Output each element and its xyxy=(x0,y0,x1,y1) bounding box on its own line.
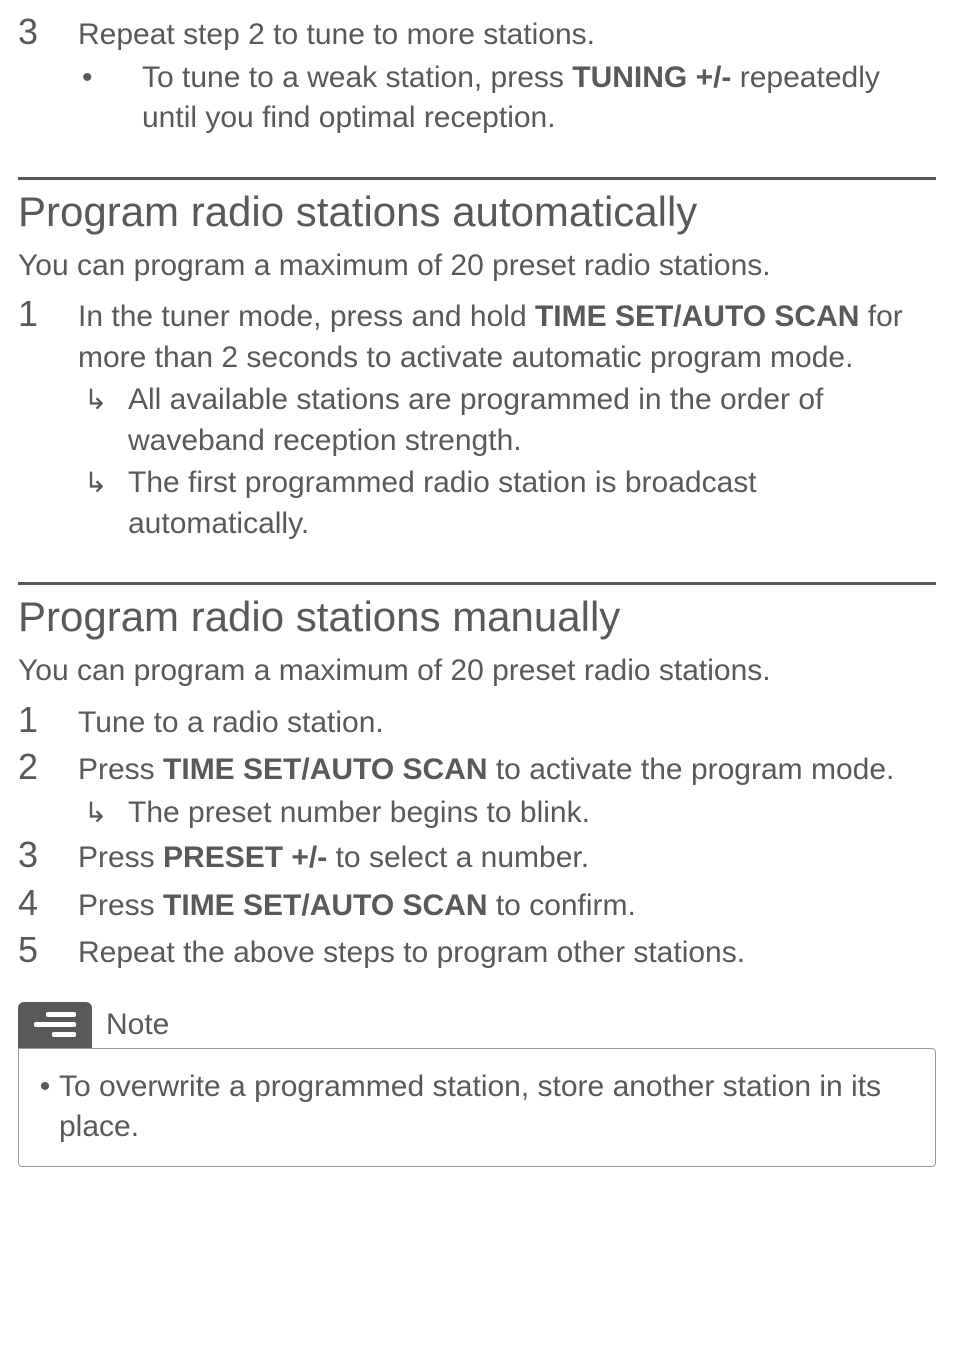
bullet-icon: • xyxy=(31,1070,59,1104)
time-set-label: TIME SET/AUTO SCAN xyxy=(163,753,487,786)
text-pre: Press xyxy=(78,753,163,786)
step-3-sub-bullet: • To tune to a weak station, press TUNIN… xyxy=(78,58,936,139)
step-number: 2 xyxy=(18,745,78,788)
result-text: The preset number begins to blink. xyxy=(128,793,936,834)
step-number: 3 xyxy=(18,10,78,53)
step-text: Repeat the above steps to program other … xyxy=(78,933,936,974)
step-number: 4 xyxy=(18,881,78,924)
note-text: To overwrite a programmed station, store… xyxy=(59,1067,919,1148)
manual-step-1: 1 Tune to a radio station. xyxy=(18,698,936,744)
intro-auto: You can program a maximum of 20 preset r… xyxy=(18,246,936,287)
result-text: All available stations are programmed in… xyxy=(128,380,936,461)
tuning-button-label: TUNING +/- xyxy=(572,61,731,94)
step-text: Repeat step 2 to tune to more stations. xyxy=(78,15,936,56)
result-arrow-icon: ↳ xyxy=(78,796,128,829)
manual-step-4: 4 Press TIME SET/AUTO SCAN to confirm. xyxy=(18,881,936,927)
text-post: to activate the program mode. xyxy=(488,753,895,786)
step-text: Press TIME SET/AUTO SCAN to confirm. xyxy=(78,886,936,927)
section-heading-manual: Program radio stations manually xyxy=(18,593,936,641)
text-post: to select a number. xyxy=(327,841,589,874)
time-set-label: TIME SET/AUTO SCAN xyxy=(163,889,487,922)
auto-step-1: 1 In the tuner mode, press and hold TIME… xyxy=(18,292,936,378)
result-text: The first programmed radio station is br… xyxy=(128,463,936,544)
text-pre: To tune to a weak station, press xyxy=(142,61,572,94)
divider xyxy=(18,582,936,585)
note-label: Note xyxy=(106,1008,169,1042)
step-3-sub-text: To tune to a weak station, press TUNING … xyxy=(142,58,936,139)
result-arrow-icon: ↳ xyxy=(78,383,128,416)
manual-step-2-result: ↳ The preset number begins to blink. xyxy=(78,793,936,834)
preset-label: PRESET +/- xyxy=(163,841,327,874)
step-text: Press PRESET +/- to select a number. xyxy=(78,838,936,879)
auto-result-2: ↳ The first programmed radio station is … xyxy=(78,463,936,544)
auto-result-1: ↳ All available stations are programmed … xyxy=(78,380,936,461)
step-text: Press TIME SET/AUTO SCAN to activate the… xyxy=(78,750,936,791)
intro-manual: You can program a maximum of 20 preset r… xyxy=(18,651,936,692)
time-set-label: TIME SET/AUTO SCAN xyxy=(535,300,859,333)
bullet-icon: • xyxy=(78,61,142,95)
text-pre: Press xyxy=(78,841,163,874)
step-3-row: 3 Repeat step 2 to tune to more stations… xyxy=(18,10,936,56)
note-body: • To overwrite a programmed station, sto… xyxy=(18,1048,936,1167)
text-pre: In the tuner mode, press and hold xyxy=(78,300,535,333)
step-number: 1 xyxy=(18,698,78,741)
step-text: In the tuner mode, press and hold TIME S… xyxy=(78,297,936,378)
text-pre: Press xyxy=(78,889,163,922)
note-header: Note xyxy=(18,1002,936,1048)
manual-step-5: 5 Repeat the above steps to program othe… xyxy=(18,928,936,974)
step-text: Tune to a radio station. xyxy=(78,703,936,744)
note-block: Note • To overwrite a programmed station… xyxy=(18,1002,936,1167)
section-heading-auto: Program radio stations automatically xyxy=(18,188,936,236)
manual-step-3: 3 Press PRESET +/- to select a number. xyxy=(18,833,936,879)
note-bullet: • To overwrite a programmed station, sto… xyxy=(31,1067,919,1148)
note-icon xyxy=(18,1002,92,1048)
step-number: 1 xyxy=(18,292,78,335)
divider xyxy=(18,177,936,180)
step-number: 3 xyxy=(18,833,78,876)
manual-step-2: 2 Press TIME SET/AUTO SCAN to activate t… xyxy=(18,745,936,791)
step-number: 5 xyxy=(18,928,78,971)
result-arrow-icon: ↳ xyxy=(78,466,128,499)
text-post: to confirm. xyxy=(488,889,636,922)
